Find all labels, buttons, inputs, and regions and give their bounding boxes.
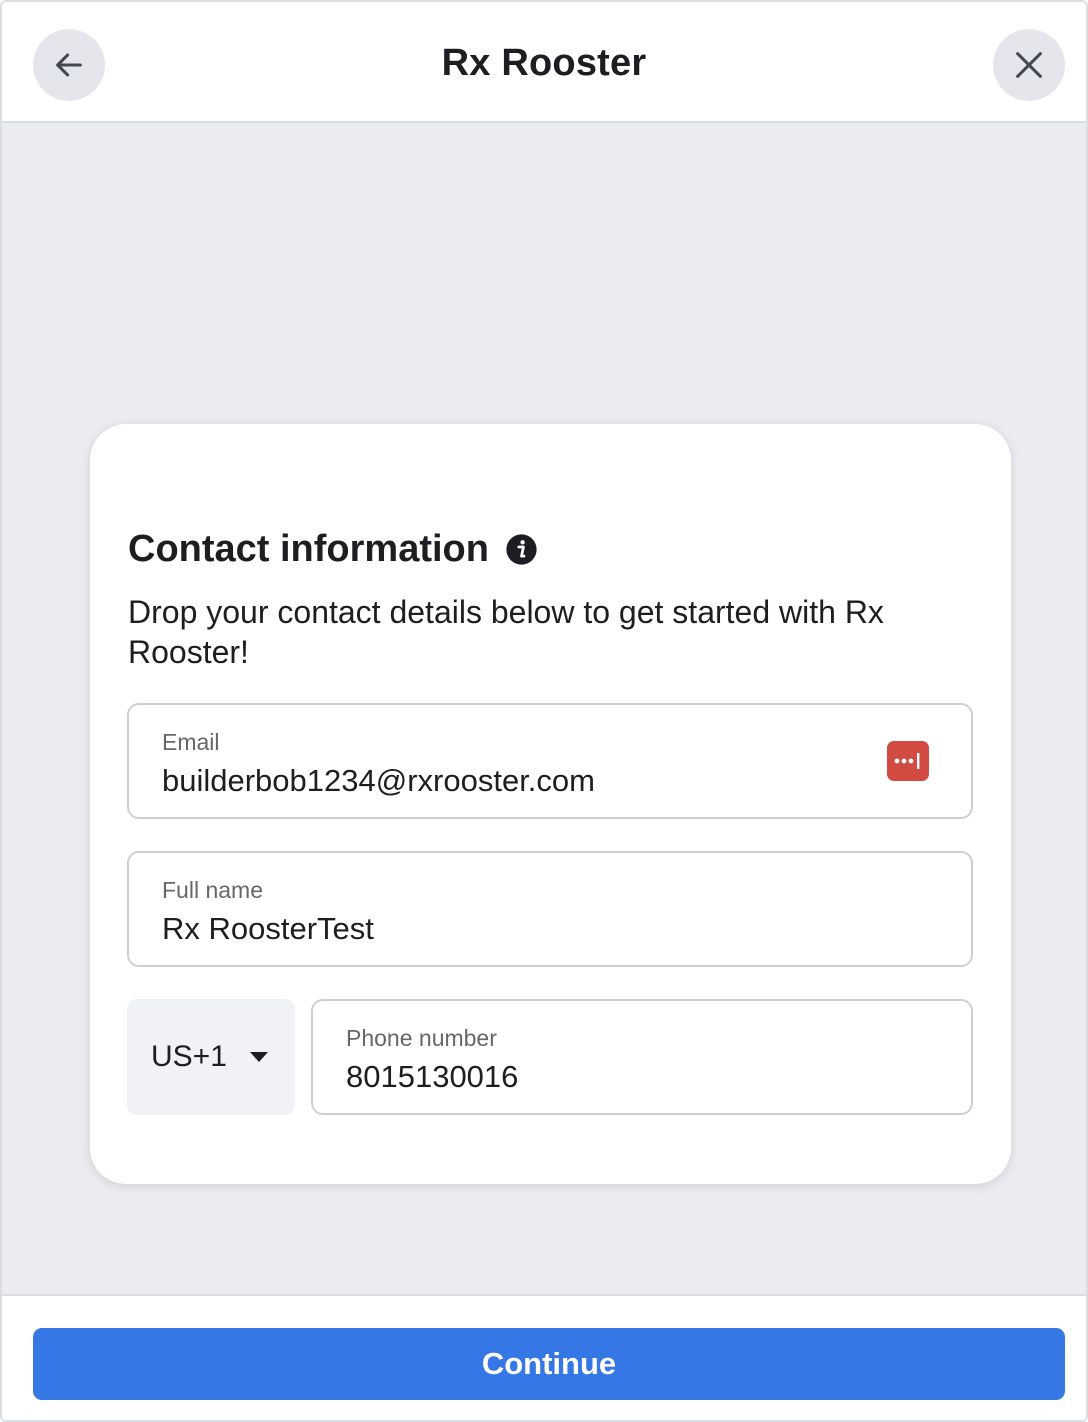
dialog-header: Rx Rooster	[2, 2, 1086, 123]
full-name-label: Full name	[162, 877, 263, 903]
full-name-field[interactable]: Full name	[127, 851, 973, 967]
card-title: Contact information	[128, 528, 489, 570]
card-title-row: Contact information	[128, 528, 538, 571]
close-icon	[1016, 52, 1042, 78]
email-field[interactable]: Email	[127, 703, 973, 819]
dialog-title: Rx Rooster	[441, 42, 647, 84]
close-button[interactable]	[993, 29, 1065, 101]
country-code-value: US+1	[151, 1040, 227, 1073]
email-label: Email	[162, 729, 220, 755]
country-code-select[interactable]: US+1	[127, 999, 295, 1115]
card-description: Drop your contact details below to get s…	[128, 594, 884, 670]
dialog-body: Contact information Drop your contact de…	[2, 123, 1086, 1294]
contact-info-card: Contact information Drop your contact de…	[90, 424, 1011, 1184]
continue-button[interactable]: Continue	[33, 1328, 1065, 1400]
full-name-input[interactable]	[162, 911, 842, 947]
email-input[interactable]	[162, 763, 842, 799]
phone-number-input[interactable]	[346, 1059, 926, 1095]
caret-down-icon	[249, 1052, 268, 1062]
phone-number-label: Phone number	[346, 1025, 497, 1051]
lead-form-dialog: Rx Rooster Contact information Drop your…	[0, 0, 1088, 1422]
password-manager-icon[interactable]	[887, 741, 929, 781]
info-icon[interactable]	[505, 533, 538, 566]
dialog-footer: Continue	[2, 1294, 1086, 1420]
phone-number-field[interactable]: Phone number	[311, 999, 973, 1115]
